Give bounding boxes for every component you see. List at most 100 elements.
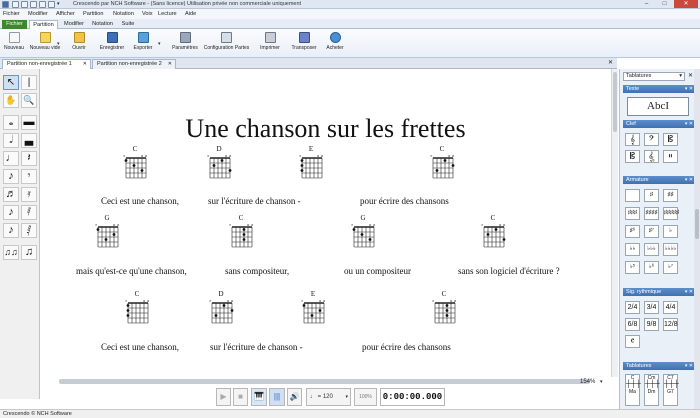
percussion-clef-icon[interactable]: 𝄥 (663, 150, 678, 163)
stop-button[interactable]: ■ (233, 388, 248, 406)
tenor-clef-icon[interactable]: 𝄡 (625, 150, 640, 163)
section-armature[interactable]: Armature ▾ ✕ (623, 176, 695, 184)
lyric-line-3c[interactable]: pour écrire des chansons (362, 342, 451, 352)
score-vertical-scrollbar[interactable] (611, 69, 618, 377)
menu-lecture[interactable]: Lecture (158, 11, 177, 17)
score-horizontal-scrollbar[interactable] (40, 377, 611, 386)
volume-icon[interactable]: 🔊 (287, 388, 302, 406)
time-3-4-icon[interactable]: 3/4 (644, 301, 659, 314)
key-signature-icon[interactable]: ♭ (663, 225, 678, 238)
treble-clef-icon[interactable]: 𝄞 (625, 133, 640, 146)
lyric-line-2a[interactable]: mais qu'est-ce qu'une chanson, (76, 266, 187, 276)
score-canvas[interactable]: Une chanson sur les frettes C × o o D × o o E × o o… (40, 69, 611, 377)
beamed-notes-icon[interactable]: ♫ (21, 245, 37, 260)
settings-button[interactable]: Paramètres (170, 32, 200, 51)
time-12-8-icon[interactable]: 12/8 (663, 318, 678, 331)
export-button[interactable]: Exporter (130, 32, 156, 51)
tab-notation[interactable]: Notation (89, 20, 116, 29)
sixty-fourth-note-icon[interactable]: ♪ (3, 223, 19, 238)
lyric-line-3b[interactable]: sur l'écriture de chanson - (210, 342, 303, 352)
chord-diagram[interactable]: C × o o (427, 146, 457, 185)
quick-undo-icon[interactable] (39, 1, 46, 8)
lyric-line-2c[interactable]: ou un compositeur (344, 266, 411, 276)
chord-diagram[interactable]: C × o o (429, 291, 459, 330)
zoom-icon[interactable]: 🔍 (21, 93, 37, 108)
chord-diagram[interactable]: D × o o (206, 291, 236, 330)
collapse-icon[interactable]: ▾ ✕ (685, 120, 693, 128)
parts-config-button[interactable]: Configuration Partes (201, 32, 252, 51)
lyric-line-1b[interactable]: sur l'écriture de chanson - (208, 196, 301, 206)
score-title[interactable]: Une chanson sur les frettes (40, 114, 611, 144)
menu-fichier[interactable]: Fichier (3, 11, 20, 17)
half-note-icon[interactable]: 𝅗𝅥 (3, 133, 19, 148)
quick-save-icon[interactable] (30, 1, 37, 8)
chord-diagram[interactable]: E × o o (298, 291, 328, 330)
right-panel-scrollbar[interactable] (694, 69, 700, 409)
menu-modifier[interactable]: Modifier (28, 11, 48, 17)
maximize-button[interactable]: □ (656, 0, 673, 8)
panel-close-icon[interactable]: ✕ (688, 72, 693, 79)
sixteenth-note-icon[interactable]: ♬ (3, 187, 19, 202)
quarter-note-icon[interactable]: ♩ (3, 151, 19, 166)
new-button[interactable]: Nouveau (3, 32, 25, 51)
close-all-tabs-icon[interactable]: ✕ (608, 59, 613, 66)
menu-partition[interactable]: Partition (83, 11, 104, 17)
collapse-icon[interactable]: ▾ ✕ (685, 362, 693, 370)
eighth-rest-icon[interactable]: 𝄾 (21, 169, 37, 184)
thirty-second-note-icon[interactable]: ♪ (3, 205, 19, 220)
quick-redo-icon[interactable] (48, 1, 55, 8)
quick-access-dropdown-icon[interactable]: ▾ (57, 1, 62, 8)
tab-fichier[interactable]: Fichier (2, 20, 27, 29)
section-tablatures[interactable]: Tablatures ▾ ✕ (623, 362, 695, 370)
collapse-icon[interactable]: ▾ ✕ (685, 288, 693, 296)
lyric-line-2d[interactable]: sans son logiciel d'écriture ? (458, 266, 560, 276)
menu-aide[interactable]: Aide (185, 11, 196, 17)
menu-voix[interactable]: Voix (142, 11, 153, 17)
half-rest-icon[interactable]: ▃ (21, 133, 37, 148)
chord-diagram[interactable]: C × o o (120, 146, 150, 185)
print-button[interactable]: Imprimer (256, 32, 284, 51)
lyric-line-1c[interactable]: pour écrire des chansons (360, 196, 449, 206)
piano-icon[interactable]: 🎹 (251, 388, 267, 406)
tablature-chord-tile[interactable]: C7 ┼┼┼ G7 (663, 374, 679, 406)
section-clef[interactable]: Clef ▾ ✕ (623, 120, 695, 128)
time-4-4-icon[interactable]: 4/4 (663, 301, 678, 314)
sixty-fourth-rest-icon[interactable]: 𝅁 (21, 223, 37, 238)
text-cursor-icon[interactable]: | (21, 75, 37, 90)
key-signature-icon[interactable]: ♭⁶ (644, 261, 659, 274)
tab-modifier[interactable]: Modifier (60, 20, 88, 29)
chord-diagram[interactable]: G × o o (92, 215, 122, 254)
lyric-line-2b[interactable]: sans compositeur, (225, 266, 289, 276)
metronome-icon[interactable]: ||| (269, 388, 285, 406)
time-9-8-icon[interactable]: 9/8 (644, 318, 659, 331)
tempo-field[interactable]: ♩ = 120 ▾ (306, 388, 351, 406)
key-signature-icon[interactable]: ♯⁷ (644, 225, 659, 238)
zoom-dropdown-icon[interactable]: ▾ (600, 379, 603, 385)
chord-diagram[interactable]: C × o o (478, 215, 508, 254)
new-blank-dropdown-icon[interactable]: ▾ (57, 41, 60, 47)
key-signature-icon[interactable]: ♯♯♯♯♯ (663, 207, 679, 220)
common-time-icon[interactable]: 𝄴 (625, 335, 640, 348)
doc-tab-1[interactable]: Partition non-enregistrée 1 ✕ (2, 59, 91, 69)
doc-tab-2[interactable]: Partition non-enregistrée 2 ✕ (92, 59, 176, 69)
key-signature-icon[interactable]: ♭⁵ (625, 261, 640, 274)
doc-tab-1-close-icon[interactable]: ✕ (83, 60, 87, 69)
eighth-note-icon[interactable]: ♪ (3, 169, 19, 184)
tab-suite[interactable]: Suite (117, 20, 139, 29)
section-texte[interactable]: Texte ▾ ✕ (623, 85, 695, 93)
time-6-8-icon[interactable]: 6/8 (625, 318, 640, 331)
thirty-second-rest-icon[interactable]: 𝅀 (21, 205, 37, 220)
key-signature-icon[interactable]: ♯♯♯♯ (644, 207, 659, 220)
quick-new-icon[interactable] (12, 1, 19, 8)
key-signature-icon[interactable]: ♯ (644, 189, 659, 202)
tablature-chord-tile[interactable]: Cm ┼┼┼ Dm (644, 374, 660, 406)
panel-select[interactable]: Tablatures ▾ (623, 72, 685, 81)
key-signature-icon[interactable]: ♭♭♭♭ (663, 243, 678, 256)
horizontal-scroll-thumb[interactable] (59, 379, 590, 384)
select-arrow-icon[interactable]: ↖ (3, 75, 19, 90)
close-button[interactable]: ✕ (674, 0, 698, 8)
chord-diagram[interactable]: C × o o (226, 215, 256, 254)
chord-diagram[interactable]: G × o o (348, 215, 378, 254)
lyric-line-3a[interactable]: Ceci est une chanson, (101, 342, 179, 352)
collapse-icon[interactable]: ▾ ✕ (685, 85, 693, 93)
